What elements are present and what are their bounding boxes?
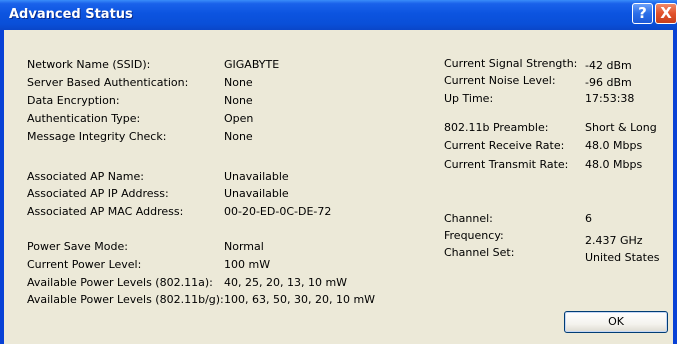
ap-ip-value: Unavailable — [224, 187, 289, 200]
channel-set-value: United States — [585, 251, 660, 264]
auth-type-value: Open — [224, 112, 254, 125]
levels-bg-label: Available Power Levels (802.11b/g): — [27, 293, 224, 306]
channel-value: 6 — [585, 212, 592, 225]
noise-level-value: -96 dBm — [585, 76, 632, 89]
ap-mac-value: 00-20-ED-0C-DE-72 — [224, 205, 332, 218]
preamble-value: Short & Long — [585, 121, 657, 134]
help-icon[interactable]: ? — [632, 3, 653, 24]
ap-name-label: Associated AP Name: — [27, 170, 144, 183]
signal-strength-label: Current Signal Strength: — [444, 57, 578, 70]
ap-mac-label: Associated AP MAC Address: — [27, 205, 184, 218]
data-encryption-label: Data Encryption: — [27, 94, 120, 107]
data-encryption-value: None — [224, 94, 253, 107]
frequency-label: Frequency: — [444, 229, 504, 242]
frequency-value: 2.437 GHz — [585, 234, 643, 247]
network-name-value: GIGABYTE — [224, 58, 280, 71]
channel-set-label: Channel Set: — [444, 246, 515, 259]
levels-bg-value: 100, 63, 50, 30, 20, 10 mW — [224, 293, 376, 306]
receive-rate-value: 48.0 Mbps — [585, 139, 643, 152]
auth-type-label: Authentication Type: — [27, 112, 141, 125]
server-auth-value: None — [224, 76, 253, 89]
close-icon[interactable]: X — [655, 3, 677, 24]
power-level-value: 100 mW — [224, 258, 271, 271]
transmit-rate-value: 48.0 Mbps — [585, 158, 643, 171]
ap-name-value: Unavailable — [224, 170, 289, 183]
dialog-body: Network Name (SSID): GIGABYTE Server Bas… — [4, 30, 673, 344]
signal-strength-value: -42 dBm — [585, 59, 632, 72]
levels-a-value: 40, 25, 20, 13, 10 mW — [224, 276, 348, 289]
network-name-label: Network Name (SSID): — [27, 58, 151, 71]
window-title: Advanced Status — [9, 7, 133, 22]
noise-level-label: Current Noise Level: — [444, 74, 556, 87]
ok-button[interactable]: OK — [564, 311, 668, 333]
power-save-value: Normal — [224, 240, 264, 253]
uptime-label: Up Time: — [444, 92, 494, 105]
power-save-label: Power Save Mode: — [27, 240, 128, 253]
transmit-rate-label: Current Transmit Rate: — [444, 158, 569, 171]
title-bar[interactable]: Advanced Status ? X — [0, 0, 677, 30]
receive-rate-label: Current Receive Rate: — [444, 139, 565, 152]
channel-label: Channel: — [444, 212, 493, 225]
server-auth-label: Server Based Authentication: — [27, 76, 189, 89]
levels-a-label: Available Power Levels (802.11a): — [27, 276, 213, 289]
ap-ip-label: Associated AP IP Address: — [27, 187, 169, 200]
power-level-label: Current Power Level: — [27, 258, 142, 271]
uptime-value: 17:53:38 — [585, 92, 635, 105]
advanced-status-window: Advanced Status ? X Network Name (SSID):… — [0, 0, 677, 344]
preamble-label: 802.11b Preamble: — [444, 121, 549, 134]
msg-integrity-label: Message Integrity Check: — [27, 130, 167, 143]
msg-integrity-value: None — [224, 130, 253, 143]
